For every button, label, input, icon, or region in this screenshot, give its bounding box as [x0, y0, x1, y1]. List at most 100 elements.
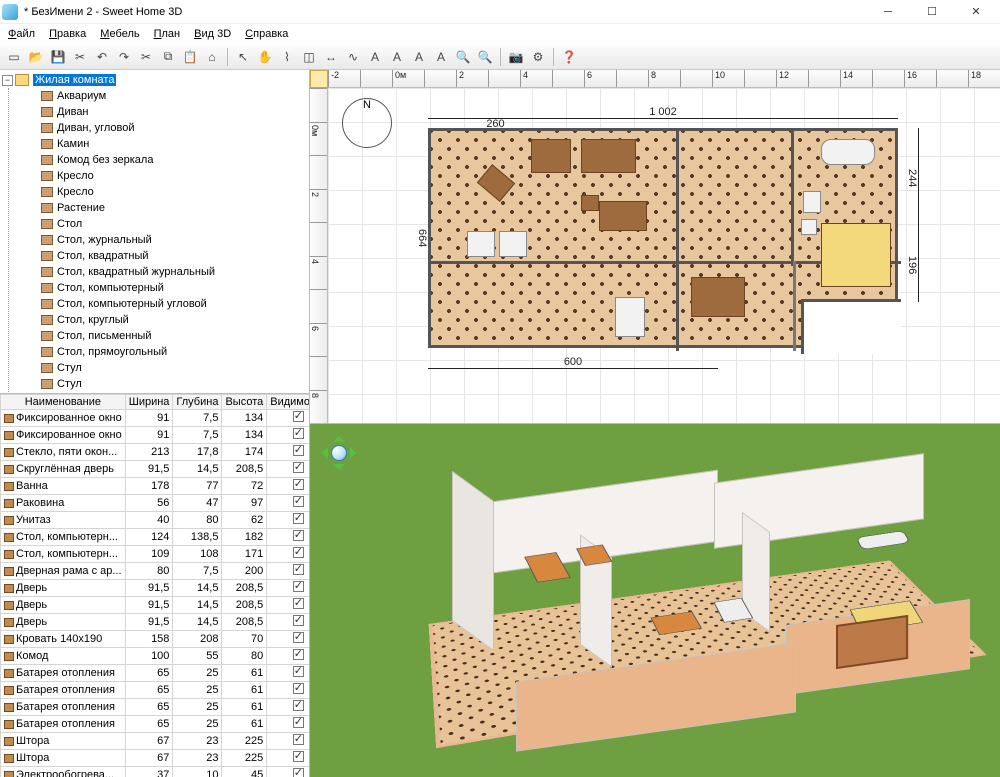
tool-paste[interactable]: 📋 — [180, 47, 200, 67]
visibility-checkbox[interactable] — [293, 428, 304, 439]
wall[interactable] — [676, 131, 679, 351]
col-header[interactable]: Высота — [222, 395, 267, 410]
table-row[interactable]: Батарея отопления652561 — [1, 665, 310, 682]
tool-room[interactable]: ◫ — [299, 47, 319, 67]
plan-view[interactable]: -20м24681012141618 0м2468 N 1 002 260 66… — [310, 70, 1000, 424]
visibility-checkbox[interactable] — [293, 768, 304, 777]
menu-План[interactable]: План — [154, 28, 181, 40]
table-row[interactable]: Батарея отопления652561 — [1, 699, 310, 716]
bed[interactable] — [821, 223, 891, 287]
table-row[interactable]: Стекло, пяти окон...21317,8174 — [1, 444, 310, 461]
nav-up-icon[interactable] — [333, 430, 345, 442]
visibility-checkbox[interactable] — [293, 479, 304, 490]
tool-text-i[interactable]: A — [387, 47, 407, 67]
tool-help[interactable]: ❓ — [559, 47, 579, 67]
table-row[interactable]: Унитаз408062 — [1, 512, 310, 529]
menu-Мебель[interactable]: Мебель — [100, 28, 139, 40]
visibility-checkbox[interactable] — [293, 717, 304, 728]
visibility-checkbox[interactable] — [293, 513, 304, 524]
catalog-item[interactable]: Кресло — [19, 168, 307, 184]
tool-normal-a[interactable]: A — [431, 47, 451, 67]
visibility-checkbox[interactable] — [293, 445, 304, 456]
tool-copy[interactable]: ⧉ — [158, 47, 178, 67]
dimension-line[interactable]: 600 — [428, 356, 718, 369]
catalog-item[interactable]: Стул — [19, 376, 307, 392]
furniture-table[interactable]: НаименованиеШиринаГлубинаВысотаВидимость… — [0, 394, 309, 777]
tool-open[interactable]: 📂 — [26, 47, 46, 67]
table-row[interactable]: Батарея отопления652561 — [1, 716, 310, 733]
furniture-item[interactable] — [615, 297, 645, 337]
tool-cut[interactable]: ✂ — [70, 47, 90, 67]
catalog-item[interactable]: Стол — [19, 216, 307, 232]
visibility-checkbox[interactable] — [293, 564, 304, 575]
plan-canvas[interactable]: N 1 002 260 664 600 324 244 196 96,8 — [328, 88, 1000, 423]
catalog-item[interactable]: Кресло — [19, 184, 307, 200]
tool-camera[interactable]: 📷 — [506, 47, 526, 67]
table-row[interactable]: Раковина564797 — [1, 495, 310, 512]
wall[interactable] — [793, 261, 796, 351]
nav-right-icon[interactable] — [350, 447, 362, 459]
catalog-item[interactable]: Стол, прямоугольный — [19, 344, 307, 360]
table-row[interactable]: Скруглённая дверь91,514,5208,5 — [1, 461, 310, 478]
furniture-item[interactable] — [531, 139, 571, 173]
table-row[interactable]: Дверная рама с ар...807,5200 — [1, 563, 310, 580]
table-row[interactable]: Штора6723225 — [1, 750, 310, 767]
tool-save[interactable]: 💾 — [48, 47, 68, 67]
col-header[interactable]: Видимость — [267, 395, 309, 410]
catalog-item[interactable]: Стол, письменный — [19, 328, 307, 344]
furniture-item[interactable] — [467, 231, 495, 257]
tool-zoom-in[interactable]: 🔍 — [453, 47, 473, 67]
furniture-catalog-tree[interactable]: −Жилая комнатаАквариумДиванДиван, углово… — [0, 70, 309, 394]
menu-Вид 3D[interactable]: Вид 3D — [194, 28, 231, 40]
table-row[interactable]: Фиксированное окно917,5134 — [1, 427, 310, 444]
tool-polyline[interactable]: ∿ — [343, 47, 363, 67]
collapse-icon[interactable]: − — [2, 75, 13, 86]
visibility-checkbox[interactable] — [293, 411, 304, 422]
visibility-checkbox[interactable] — [293, 530, 304, 541]
catalog-item[interactable]: Стол, квадратный журнальный — [19, 264, 307, 280]
house-outline[interactable] — [428, 128, 898, 348]
furniture-item[interactable] — [581, 195, 599, 211]
catalog-item[interactable]: Стул — [19, 360, 307, 376]
toilet[interactable] — [803, 191, 821, 213]
tool-bold-a[interactable]: A — [409, 47, 429, 67]
wall[interactable] — [791, 131, 794, 266]
wall[interactable] — [431, 261, 681, 264]
close-button[interactable]: ✕ — [954, 0, 998, 24]
visibility-checkbox[interactable] — [293, 700, 304, 711]
bathtub[interactable] — [821, 139, 875, 165]
tool-zoom-out[interactable]: 🔍 — [475, 47, 495, 67]
catalog-item[interactable]: Аквариум — [19, 88, 307, 104]
compass-icon[interactable]: N — [342, 98, 392, 148]
nav-3d-control[interactable] — [316, 430, 362, 476]
plan-origin-button[interactable] — [310, 70, 328, 88]
tool-cut2[interactable]: ✂ — [136, 47, 156, 67]
table-row[interactable]: Стол, компьютерн...109108171 — [1, 546, 310, 563]
visibility-checkbox[interactable] — [293, 496, 304, 507]
visibility-checkbox[interactable] — [293, 683, 304, 694]
col-header[interactable]: Наименование — [1, 395, 126, 410]
visibility-checkbox[interactable] — [293, 666, 304, 677]
tool-pan[interactable]: ✋ — [255, 47, 275, 67]
visibility-checkbox[interactable] — [293, 632, 304, 643]
table-row[interactable]: Комод1005580 — [1, 648, 310, 665]
dimension-line[interactable]: 244 — [906, 128, 919, 228]
catalog-item[interactable]: Диван — [19, 104, 307, 120]
dimension-line[interactable]: 196 — [906, 228, 919, 302]
maximize-button[interactable]: ☐ — [910, 0, 954, 24]
menu-Файл[interactable]: Файл — [8, 28, 35, 40]
tool-select[interactable]: ↖ — [233, 47, 253, 67]
tool-dim[interactable]: ↔ — [321, 47, 341, 67]
table-row[interactable]: Стол, компьютерн...124138,5182 — [1, 529, 310, 546]
catalog-item[interactable]: Стол, журнальный — [19, 232, 307, 248]
col-header[interactable]: Ширина — [125, 395, 173, 410]
visibility-checkbox[interactable] — [293, 615, 304, 626]
tool-new[interactable]: ▭ — [4, 47, 24, 67]
catalog-item[interactable]: Камин — [19, 136, 307, 152]
visibility-checkbox[interactable] — [293, 598, 304, 609]
table-row[interactable]: Дверь91,514,5208,5 — [1, 580, 310, 597]
menu-Правка[interactable]: Правка — [49, 28, 86, 40]
visibility-checkbox[interactable] — [293, 649, 304, 660]
catalog-item[interactable]: Стол, круглый — [19, 312, 307, 328]
visibility-checkbox[interactable] — [293, 547, 304, 558]
